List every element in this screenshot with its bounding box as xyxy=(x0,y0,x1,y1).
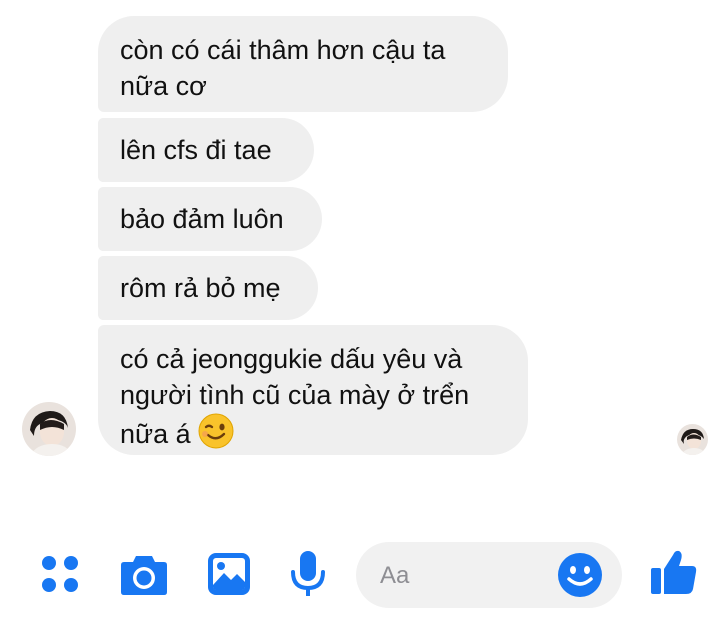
winking-face-emoji-icon xyxy=(198,413,234,449)
camera-icon xyxy=(120,552,168,601)
message-line: nữa cơ xyxy=(120,71,207,101)
message-line: có cả jeonggukie dấu yêu và xyxy=(120,344,463,374)
seen-receipt-avatar xyxy=(677,424,708,455)
message-line: rôm rả bỏ mẹ xyxy=(120,273,281,303)
more-apps-button[interactable] xyxy=(36,552,84,600)
gallery-button[interactable] xyxy=(205,552,253,600)
microphone-button[interactable] xyxy=(284,550,332,603)
camera-button[interactable] xyxy=(120,552,168,600)
emoji-smile-icon xyxy=(556,553,604,603)
microphone-icon xyxy=(288,550,328,603)
message-line-text: nữa á xyxy=(120,419,191,449)
message-bubble[interactable]: lên cfs đi tae xyxy=(98,118,314,182)
message-line: bảo đảm luôn xyxy=(120,204,284,234)
message-bubble[interactable]: còn có cái thâm hơn cậu ta nữa cơ xyxy=(98,16,508,112)
message-bubble[interactable]: rôm rả bỏ mẹ xyxy=(98,256,318,320)
message-bubble[interactable]: có cả jeonggukie dấu yêu và người tình c… xyxy=(98,325,528,455)
message-bubble[interactable]: bảo đảm luôn xyxy=(98,187,322,251)
emoji-button[interactable] xyxy=(556,551,604,599)
gallery-icon xyxy=(207,552,251,601)
message-thread: còn có cái thâm hơn cậu ta nữa cơ lên cf… xyxy=(0,0,720,520)
like-button[interactable] xyxy=(648,548,700,600)
sender-avatar[interactable] xyxy=(22,402,76,456)
message-input[interactable] xyxy=(378,556,552,596)
message-input-container[interactable] xyxy=(356,542,622,608)
thumbs-up-icon xyxy=(649,547,699,602)
message-line-with-emoji: nữa á xyxy=(120,413,506,452)
message-line: lên cfs đi tae xyxy=(120,135,272,165)
message-composer xyxy=(0,530,720,620)
message-line: còn có cái thâm hơn cậu ta xyxy=(120,35,446,65)
more-apps-icon xyxy=(37,551,83,602)
message-line: người tình cũ của mày ở trển xyxy=(120,380,470,410)
